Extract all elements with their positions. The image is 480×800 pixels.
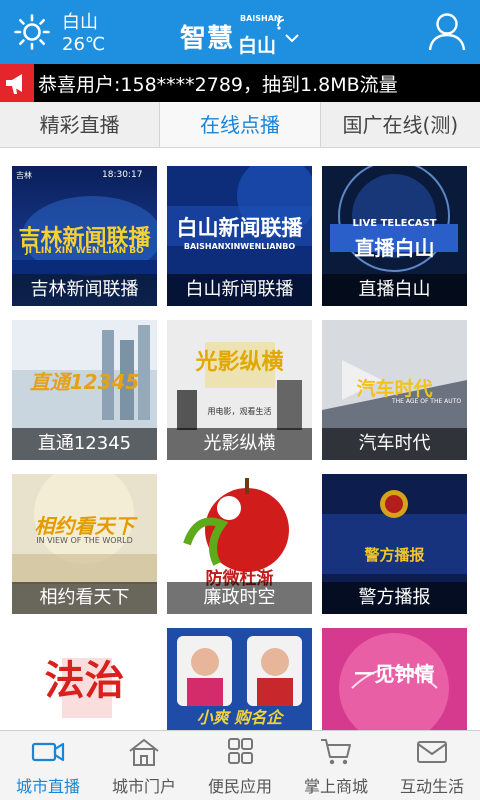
channel-badge: 吉林 — [16, 171, 32, 180]
tile-subtitle: BAISHANXINWENLIANBO — [183, 242, 296, 251]
notice-icon-box — [0, 64, 34, 102]
tile-label: 白山新闻联播 — [167, 274, 312, 306]
tile-label: 汽车时代 — [322, 428, 467, 460]
tile-title: 法治 — [44, 658, 125, 704]
tab-on-demand[interactable]: 在线点播 — [160, 102, 321, 147]
video-camera-icon — [31, 742, 65, 762]
tile-subtitle: JI LIN XIN WEN LIAN BO — [25, 246, 144, 256]
tile-title: 警方播报 — [364, 546, 425, 564]
nav-mobile-mall[interactable]: 掌上商城 — [288, 731, 384, 800]
tile-label: 相约看天下 — [12, 582, 157, 614]
notice-bar[interactable]: 恭喜用户:158****2789，抽到1.8MB流量 — [0, 64, 480, 102]
sun-icon — [14, 14, 50, 50]
tile-title: 直通12345 — [29, 370, 140, 394]
megaphone-icon — [6, 74, 22, 94]
nav-label: 城市直播 — [15, 777, 80, 796]
broadcast-time: 18:30:17 — [102, 170, 143, 180]
program-tile[interactable]: 法治 — [12, 628, 157, 730]
tile-title: 直播白山 — [354, 236, 435, 260]
nav-label: 互动生活 — [399, 777, 464, 796]
tile-label: 廉政时空 — [167, 582, 312, 614]
weather-temperature: 26℃ — [62, 34, 106, 55]
brand-main-text: 智慧 — [180, 24, 235, 54]
bottom-navigation: 城市直播 城市门户 便民应用 掌上商城 互动生活 — [0, 730, 480, 800]
mail-icon — [417, 741, 447, 763]
program-tile[interactable]: 汽车时代 THE AGE OF THE AUTO 汽车时代 — [322, 320, 467, 460]
nav-city-portal[interactable]: 城市门户 — [96, 731, 192, 800]
tile-title: 相约看天下 — [34, 514, 135, 538]
tile-title: 汽车时代 — [356, 378, 433, 400]
tile-subtitle: LIVE TELECAST — [352, 218, 437, 229]
tile-title: 一见钟情 — [354, 662, 435, 686]
program-tile[interactable]: 光影纵横 用电影，观看生活 光影纵横 — [167, 320, 312, 460]
tile-title: 白山新闻联播 — [176, 216, 303, 240]
apps-grid-icon — [228, 738, 253, 764]
notice-text: 恭喜用户:158****2789，抽到1.8MB流量 — [38, 74, 398, 96]
weather-city: 白山 — [62, 12, 98, 33]
nav-label: 便民应用 — [207, 777, 272, 796]
program-tile[interactable]: 防微杜渐 廉政时空 — [167, 474, 312, 614]
signal-icon — [277, 16, 285, 30]
tile-label: 直通12345 — [12, 428, 157, 460]
program-tile[interactable]: 一见钟情 — [322, 628, 467, 730]
tile-label: 光影纵横 — [167, 428, 312, 460]
tile-label: 吉林新闻联播 — [12, 274, 157, 306]
program-tile[interactable]: 相约看天下 IN VIEW OF THE WORLD 相约看天下 — [12, 474, 157, 614]
brand-logo[interactable]: 智慧 BAISHAN 白山 — [180, 10, 310, 57]
tile-title: 小爽 购名企 — [196, 708, 283, 727]
tile-subtitle: IN VIEW OF THE WORLD — [36, 536, 133, 545]
tile-subtitle: 用电影，观看生活 — [207, 407, 272, 416]
nav-interactive-life[interactable]: 互动生活 — [384, 731, 480, 800]
brand-tiny-text: BAISHAN — [240, 14, 281, 23]
home-icon — [129, 738, 159, 766]
tab-live[interactable]: 精彩直播 — [0, 102, 161, 147]
tile-title: 光影纵横 — [195, 350, 284, 375]
tile-label: 警方播报 — [322, 582, 467, 614]
program-tile[interactable]: 直通12345 直通12345 — [12, 320, 157, 460]
tab-bar: 精彩直播 在线点播 国广在线(测) — [0, 102, 480, 148]
brand-sub-text: 白山 — [238, 35, 277, 57]
program-tile[interactable]: 白山新闻联播 BAISHANXINWENLIANBO 白山新闻联播 — [167, 166, 312, 306]
nav-convenience-apps[interactable]: 便民应用 — [192, 731, 288, 800]
program-tile[interactable]: LIVE TELECAST 直播白山 直播白山 — [322, 166, 467, 306]
user-profile-icon[interactable] — [428, 12, 466, 52]
nav-label: 城市门户 — [111, 777, 176, 796]
tile-label: 直播白山 — [322, 274, 467, 306]
tile-subtitle: THE AGE OF THE AUTO — [392, 398, 462, 405]
program-tile[interactable]: 警方播报 警方播报 — [322, 474, 467, 614]
top-header: 白山 26℃ 智慧 BAISHAN 白山 — [0, 0, 480, 64]
program-tile[interactable]: 吉林 18:30:17 吉林新闻联播 JI LIN XIN WEN LIAN B… — [12, 166, 157, 306]
cart-icon — [321, 739, 351, 765]
chevron-down-icon[interactable] — [284, 32, 300, 44]
nav-label: 掌上商城 — [303, 777, 368, 796]
tab-guoguang[interactable]: 国广在线(测) — [321, 102, 480, 147]
program-tile[interactable]: 小爽 购名企 — [167, 628, 312, 730]
nav-city-live[interactable]: 城市直播 — [0, 731, 96, 800]
